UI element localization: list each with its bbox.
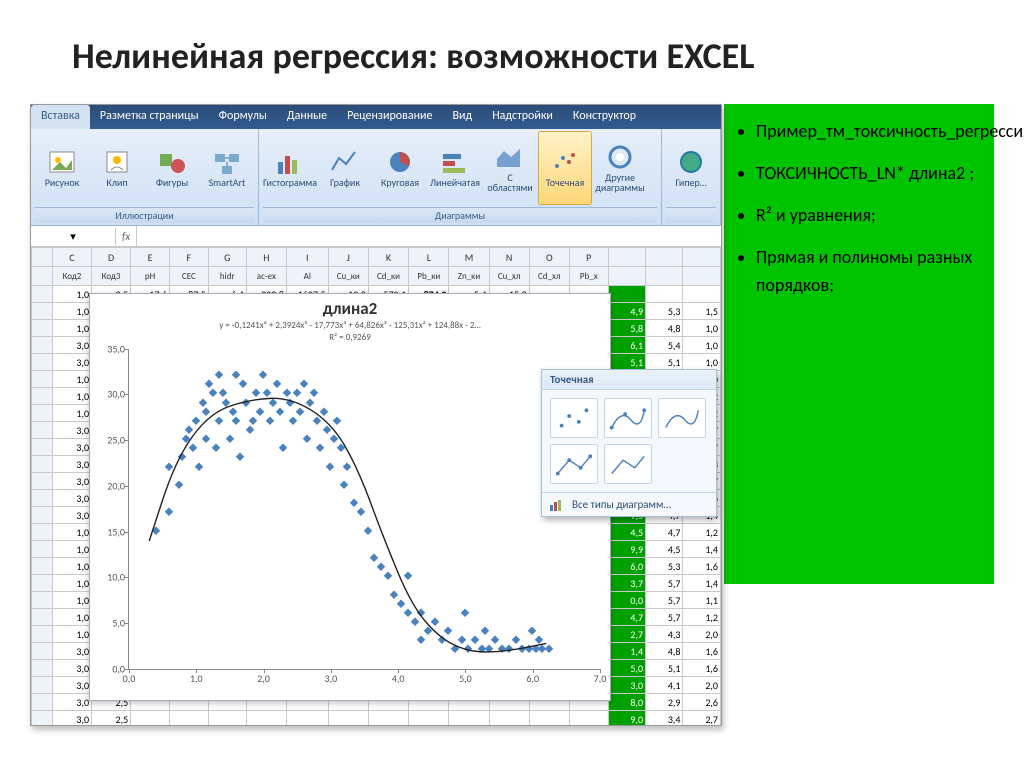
scatter-dropdown: Точечная Все типы диаграмм… [541,369,717,517]
y-tick: 10,0 [95,571,125,584]
tab-данные[interactable]: Данные [277,105,337,129]
x-tick: 0,0 [123,672,136,685]
hyperlink-label: Гипер… [675,178,706,189]
tab-разметка страницы[interactable]: Разметка страницы [90,105,209,129]
chart-r2: R² = 0,9269 [90,331,610,343]
tab-формулы[interactable]: Формулы [209,105,277,129]
group-links: Гипер… [662,129,721,225]
chart-с областями-button[interactable]: С областями [483,131,537,205]
x-tick: 7,0 [594,672,607,685]
plot-area: 0,05,010,015,020,025,030,035,00,01,02,03… [128,349,600,670]
x-tick: 4,0 [392,672,405,685]
ribbon: РисунокКлипФигурыSmartArt Иллюстрации Ги… [31,129,721,226]
ribbon-tabs: ВставкаРазметка страницыФормулыДанныеРец… [31,105,721,129]
fx-icon[interactable]: fx [116,230,136,243]
slide-title: Нелинейная регрессия: возможности EXCEL [0,0,1024,104]
y-tick: 25,0 [95,434,125,447]
scatter-option-scatter-smooth[interactable] [658,398,706,438]
chart-круговая-button[interactable]: Круговая [373,131,427,205]
scatter-option-scatter-straight[interactable] [604,444,652,484]
excel-window: ВставкаРазметка страницыФормулыДанныеРец… [30,104,722,726]
x-tick: 2,0 [257,672,270,685]
tab-рецензирование[interactable]: Рецензирование [337,105,442,129]
фигуры-button[interactable]: Фигуры [145,131,199,205]
worksheet: CDEFGHIJKLMNOPКод2Код3pHCEChidrac-exAlCu… [31,247,721,726]
group-charts: ГистограммаГрафикКруговаяЛинейчатаяС обл… [259,129,662,225]
all-chart-types-label: Все типы диаграмм… [572,498,671,511]
chart-график-button[interactable]: График [318,131,372,205]
tab-конструктор[interactable]: Конструктор [563,105,646,129]
scatter-option-scatter-smooth-markers[interactable] [604,398,652,438]
notes-panel: Пример_тм_токсичность_регрессия.xls; ТОКС… [724,104,994,584]
x-tick: 1,0 [190,672,203,685]
trendline [129,349,600,669]
smartart-button[interactable]: SmartArt [200,131,254,205]
chart-equation: y = -0,1241x⁶ + 2,3924x⁵ - 17,773x⁴ + 64… [90,319,610,331]
formula-bar: ▾ fx [31,226,721,247]
chart-другие диаграммы-button[interactable]: Другие диаграммы [593,131,647,205]
note-item-0: Пример_тм_токсичность_регрессия.xls; [756,118,980,146]
y-tick: 20,0 [95,479,125,492]
x-tick: 5,0 [459,672,472,685]
chart-точечная-button[interactable]: Точечная [538,131,592,205]
scatter-option-scatter-markers[interactable] [550,398,598,438]
tab-вставка[interactable]: Вставка [31,105,90,129]
рисунок-button[interactable]: Рисунок [35,131,89,205]
note-item-2: R² и уравнения; [756,202,980,230]
tab-надстройки[interactable]: Надстройки [482,105,563,129]
embedded-chart[interactable]: длина2 y = -0,1241x⁶ + 2,3924x⁵ - 17,773… [89,293,611,701]
tab-вид[interactable]: Вид [442,105,482,129]
клип-button[interactable]: Клип [90,131,144,205]
hyperlink-button[interactable]: Гипер… [666,131,716,205]
chart-title: длина2 [90,294,610,319]
y-tick: 5,0 [95,617,125,630]
dropdown-header: Точечная [542,370,716,390]
all-chart-types-button[interactable]: Все типы диаграмм… [542,492,716,516]
name-box[interactable]: ▾ [31,228,116,245]
chart-гистограмма-button[interactable]: Гистограмма [263,131,317,205]
y-tick: 15,0 [95,525,125,538]
scatter-option-scatter-straight-markers[interactable] [550,444,598,484]
group-illustrations: РисунокКлипФигурыSmartArt Иллюстрации [31,129,259,225]
chart-линейчатая-button[interactable]: Линейчатая [428,131,482,205]
x-tick: 6,0 [526,672,539,685]
x-tick: 3,0 [325,672,338,685]
note-item-3: Прямая и полиномы разных порядков; [756,244,980,300]
group-label-charts: Диаграммы [263,207,657,223]
y-tick: 35,0 [95,342,125,355]
y-tick: 0,0 [95,662,125,675]
formula-input[interactable] [136,226,721,246]
y-tick: 30,0 [95,388,125,401]
note-item-1: ТОКСИЧНОСТЬ_LN* длина2 ; [756,160,980,188]
group-label-illustrations: Иллюстрации [35,207,254,223]
